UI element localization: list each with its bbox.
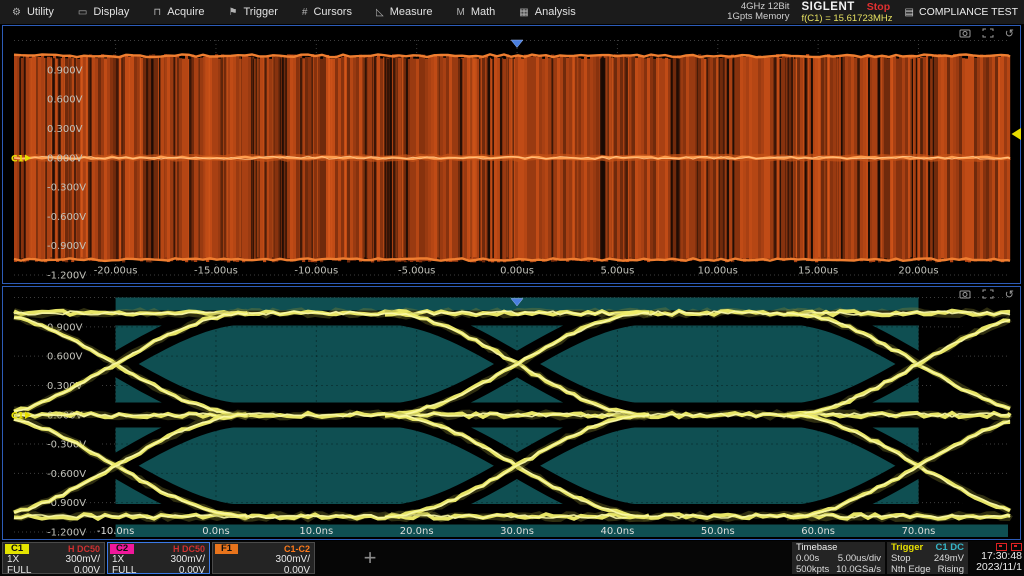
analysis-icon: ▦ xyxy=(519,7,528,18)
scale-c2: 300mV/ xyxy=(171,555,205,565)
timebase-scale: 5.00us/div xyxy=(838,554,881,564)
trigger-level: 249mV xyxy=(934,554,964,564)
status-bar: C1 H DC50 1X 300mV/ FULL 0.00V C2 H DC50 1… xyxy=(0,541,1024,576)
frequency-readout: f(C1) = 15.61723MHz xyxy=(801,13,892,24)
offset-c2: 0.00V xyxy=(179,566,205,576)
trigger-source: C1 DC xyxy=(935,543,964,553)
screenshot-icon[interactable] xyxy=(959,289,971,302)
cursors-icon: # xyxy=(302,7,308,18)
menu-acquire-label: Acquire xyxy=(167,6,204,18)
menu-cursors-label: Cursors xyxy=(313,6,352,18)
menu-measure-label: Measure xyxy=(390,6,433,18)
acquire-icon: ⊓ xyxy=(153,7,161,18)
channel-box-f1[interactable]: F1 C1-C2 300mV/ 0.00V xyxy=(212,542,315,574)
channel-chip-f1: F1 xyxy=(215,544,238,554)
menu-trigger[interactable]: ⚑ Trigger xyxy=(217,0,290,24)
trigger-status: Stop xyxy=(891,554,911,564)
flag-icon: ⚑ xyxy=(229,7,238,18)
menu-math-label: Math xyxy=(471,6,495,18)
monitor-icon: ▭ xyxy=(78,7,87,18)
scale-f1: 300mV/ xyxy=(276,555,310,565)
bw-c1: FULL xyxy=(7,566,31,576)
screenshot-icon[interactable] xyxy=(959,28,971,41)
timebase-title: Timebase xyxy=(796,543,881,553)
report-icon: ▤ xyxy=(905,7,914,18)
scale-c1: 300mV/ xyxy=(66,555,100,565)
fullscreen-icon[interactable] xyxy=(982,28,994,41)
menu-bar: ⚙ Utility ▭ Display ⊓ Acquire ⚑ Trigger … xyxy=(0,0,1024,24)
reset-zoom-icon[interactable]: ↺ xyxy=(1005,29,1014,40)
acquisition-status[interactable]: Stop xyxy=(867,1,890,13)
waveform-panel-eye[interactable] xyxy=(2,286,1021,540)
offset-f1: 0.00V xyxy=(284,566,310,576)
clock-date: 2023/11/1 xyxy=(964,562,1022,573)
waveform-panel-main[interactable] xyxy=(2,25,1021,284)
menu-display-label: Display xyxy=(93,6,129,18)
menu-analysis[interactable]: ▦ Analysis xyxy=(507,0,587,24)
remote-status-icon xyxy=(1011,543,1022,551)
channel-box-c1[interactable]: C1 H DC50 1X 300mV/ FULL 0.00V xyxy=(2,542,105,574)
menu-display[interactable]: ▭ Display xyxy=(66,0,142,24)
menu-utility-label: Utility xyxy=(27,6,54,18)
menu-measure[interactable]: ◺ Measure xyxy=(364,0,445,24)
menu-trigger-label: Trigger xyxy=(243,6,277,18)
offset-c1: 0.00V xyxy=(74,566,100,576)
atten-c2: 1X xyxy=(112,555,124,565)
math-icon: M xyxy=(456,7,464,18)
brand-logo: SIGLENT xyxy=(801,1,854,13)
menu-analysis-label: Analysis xyxy=(535,6,576,18)
channel-box-c2[interactable]: C2 H DC50 1X 300mV/ FULL 0.00V xyxy=(107,542,210,574)
math-source-f1: C1-C2 xyxy=(284,544,310,554)
compliance-test-label: COMPLIANCE TEST xyxy=(919,6,1018,18)
menu-math[interactable]: M Math xyxy=(444,0,507,24)
trigger-panel[interactable]: Trigger C1 DC Stop 249mV Nth Edge Rising xyxy=(887,542,968,574)
measure-icon: ◺ xyxy=(376,7,384,18)
timebase-panel[interactable]: Timebase 0.00s 5.00us/div 500kpts 10.0GSa/… xyxy=(792,542,885,574)
timebase-points: 500kpts xyxy=(796,565,829,575)
clock-block: 17:30:48 2023/11/1 xyxy=(964,542,1022,572)
scope-specs: 4GHz 12Bit 1Gpts Memory xyxy=(727,2,789,23)
gear-icon: ⚙ xyxy=(12,7,21,18)
clock-time: 17:30:48 xyxy=(964,551,1022,562)
plus-icon: + xyxy=(364,545,377,571)
menu-utility[interactable]: ⚙ Utility xyxy=(0,0,66,24)
trigger-type: Nth Edge xyxy=(891,565,931,575)
coupling-c2: H DC50 xyxy=(173,544,205,554)
trigger-slope: Rising xyxy=(938,565,964,575)
panel-toolbar-main: ↺ xyxy=(959,28,1014,41)
timebase-samplerate: 10.0GSa/s xyxy=(836,565,881,575)
channel-chip-c2: C2 xyxy=(110,544,134,554)
fullscreen-icon[interactable] xyxy=(982,289,994,302)
brand-block: SIGLENT Stop f(C1) = 15.61723MHz xyxy=(801,1,892,24)
atten-c1: 1X xyxy=(7,555,19,565)
coupling-c1: H DC50 xyxy=(68,544,100,554)
lan-status-icon xyxy=(996,543,1007,551)
trigger-title: Trigger xyxy=(891,543,923,553)
reset-zoom-icon[interactable]: ↺ xyxy=(1005,290,1014,301)
menu-cursors[interactable]: # Cursors xyxy=(290,0,364,24)
panel-toolbar-eye: ↺ xyxy=(959,289,1014,302)
channel-chip-c1: C1 xyxy=(5,544,29,554)
bw-c2: FULL xyxy=(112,566,136,576)
menu-acquire[interactable]: ⊓ Acquire xyxy=(141,0,216,24)
compliance-test-button[interactable]: ▤ COMPLIANCE TEST xyxy=(905,6,1020,18)
timebase-delay: 0.00s xyxy=(796,554,819,564)
add-channel-button[interactable]: + xyxy=(318,542,422,574)
